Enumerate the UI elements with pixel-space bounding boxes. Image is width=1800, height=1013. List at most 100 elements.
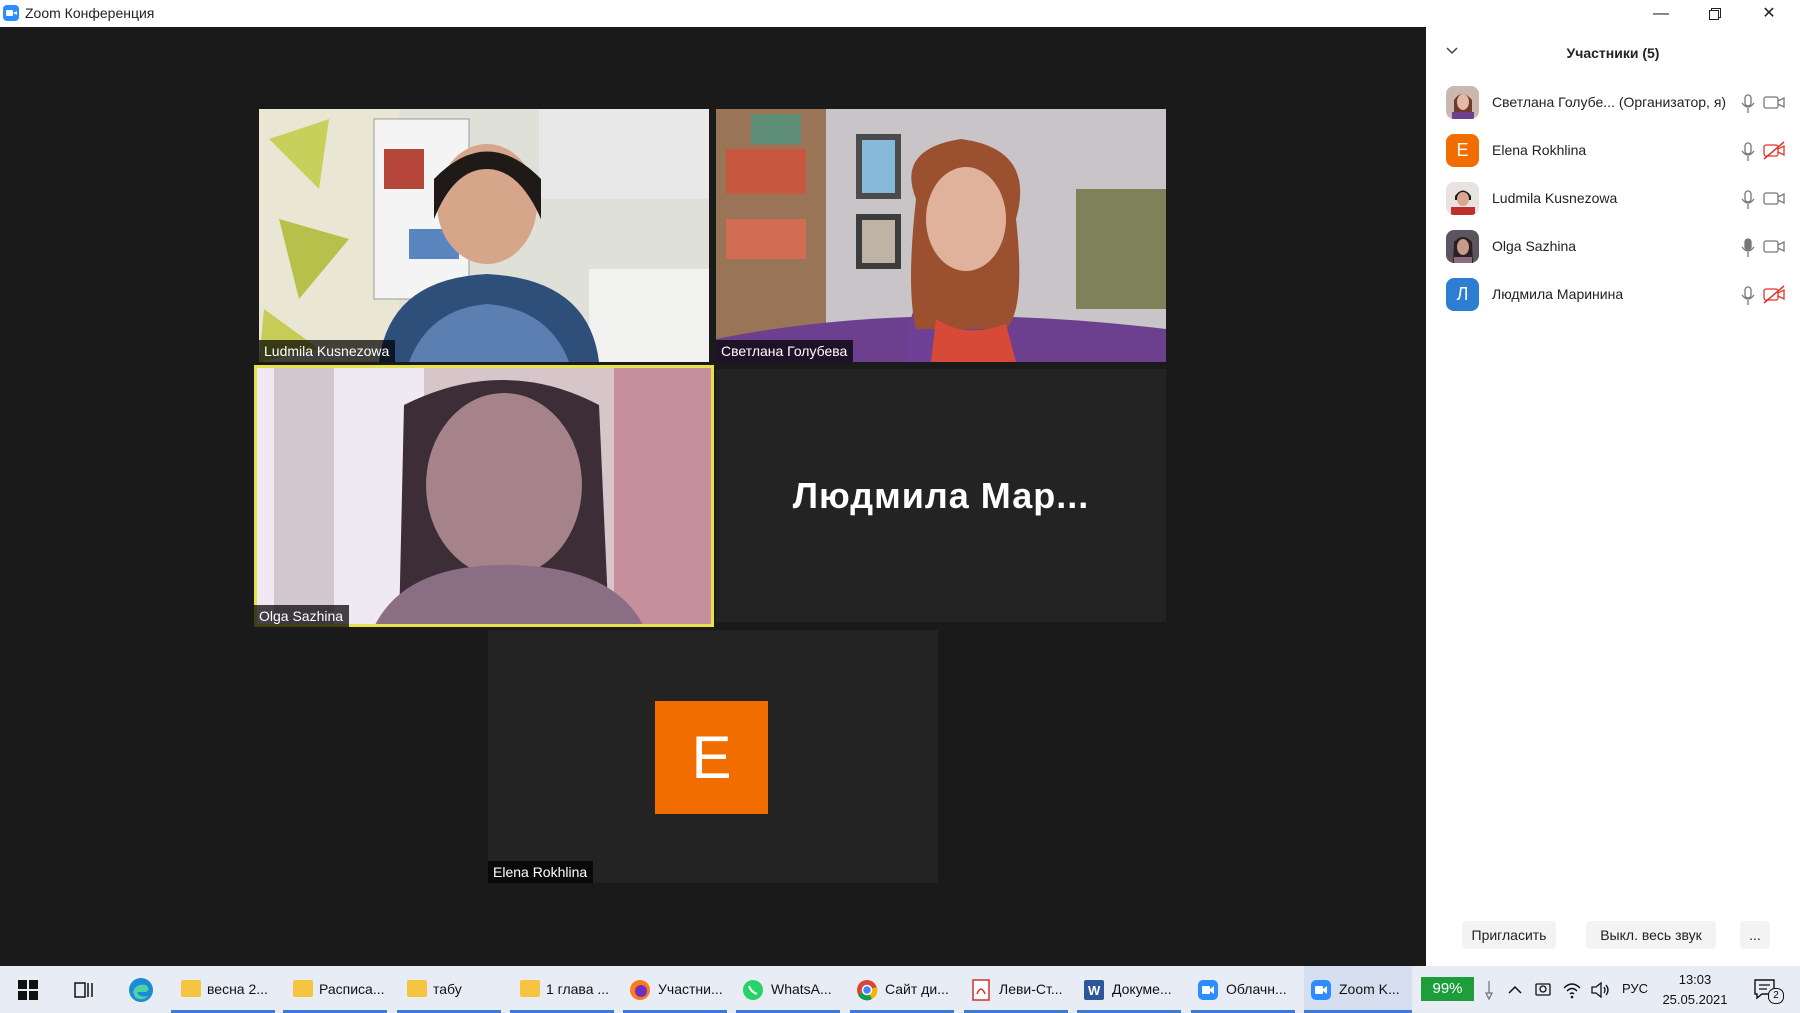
avatar xyxy=(1446,86,1479,119)
participant-name: Elena Rokhlina xyxy=(1492,142,1587,158)
taskbar-item[interactable]: WhatsA... xyxy=(736,966,840,1013)
video-camera-icon[interactable] xyxy=(1762,237,1786,257)
taskbar-label: 1 глава ... xyxy=(546,981,610,997)
notification-count: 2 xyxy=(1768,988,1784,1004)
windows-taskbar: весна 2... Расписа... табу 1 глава ... У… xyxy=(0,966,1800,1013)
avatar-initial: E xyxy=(655,701,768,814)
windows-start-icon[interactable] xyxy=(17,979,39,1001)
microphone-icon[interactable] xyxy=(1738,237,1758,259)
microphone-icon[interactable] xyxy=(1738,285,1758,307)
taskbar-item[interactable]: W Докуме... xyxy=(1077,966,1181,1013)
folder-icon xyxy=(407,980,427,997)
chrome-icon xyxy=(857,980,878,1001)
more-button[interactable]: ... xyxy=(1740,921,1770,949)
restore-icon xyxy=(1709,8,1721,20)
microphone-icon[interactable] xyxy=(1738,93,1758,115)
zoom-icon xyxy=(1311,980,1331,1000)
participant-name-label: Elena Rokhlina xyxy=(488,861,594,883)
taskbar-label: весна 2... xyxy=(207,981,268,997)
task-view-icon[interactable] xyxy=(73,979,95,1001)
taskbar-item[interactable]: весна 2... xyxy=(171,966,275,1013)
participant-row[interactable]: E Elena Rokhlina xyxy=(1426,127,1800,175)
video-tile-no-video[interactable]: E Elena Rokhlina xyxy=(488,630,938,883)
folder-icon xyxy=(181,980,201,997)
wifi-icon[interactable] xyxy=(1562,979,1582,1001)
video-camera-icon[interactable] xyxy=(1762,189,1786,209)
avatar: Л xyxy=(1446,278,1479,311)
pdf-icon xyxy=(972,979,990,1001)
taskbar-item[interactable]: 1 глава ... xyxy=(510,966,614,1013)
video-camera-icon[interactable] xyxy=(1762,93,1786,113)
notifications-button[interactable]: 2 xyxy=(1752,977,1784,1004)
taskbar-item[interactable]: Леви-Ст... xyxy=(964,966,1068,1013)
participant-name-label: Светлана Голубева xyxy=(716,340,854,362)
video-tile[interactable]: Ludmila Kusnezowa xyxy=(259,109,709,362)
taskbar-item[interactable]: Сайт ди... xyxy=(850,966,954,1013)
taskbar-item[interactable]: Расписа... xyxy=(283,966,387,1013)
pen-icon[interactable] xyxy=(1482,979,1496,1001)
participant-row[interactable]: Светлана Голубе... (Организатор, я) xyxy=(1426,79,1800,127)
battery-indicator[interactable]: 99% xyxy=(1421,977,1474,1001)
language-indicator[interactable]: РУС xyxy=(1622,981,1648,996)
participants-header: Участники (5) xyxy=(1426,27,1800,81)
title-bar: Zoom Конференция — ✕ xyxy=(0,0,1800,27)
clock-time: 13:03 xyxy=(1678,972,1712,987)
video-off-icon[interactable] xyxy=(1762,141,1786,161)
meet-now-icon[interactable] xyxy=(1534,979,1552,1001)
participants-panel: Участники (5) Светлана Голубе... (Органи… xyxy=(1426,27,1800,966)
avatar xyxy=(1446,182,1479,215)
taskbar-item[interactable]: табу xyxy=(397,966,501,1013)
taskbar-item-active[interactable]: Zoom K... xyxy=(1304,966,1412,1013)
restore-button[interactable] xyxy=(1688,0,1742,27)
mute-all-button[interactable]: Выкл. весь звук xyxy=(1586,921,1716,949)
svg-text:W: W xyxy=(1088,983,1101,998)
volume-icon[interactable] xyxy=(1590,979,1610,1001)
participant-name: Людмила Маринина xyxy=(1492,286,1624,302)
taskbar-label: Сайт ди... xyxy=(885,981,949,997)
taskbar-label: Расписа... xyxy=(319,981,385,997)
folder-icon xyxy=(293,980,313,997)
participant-row[interactable]: Л Людмила Маринина xyxy=(1426,271,1800,319)
participant-row[interactable]: Olga Sazhina xyxy=(1426,223,1800,271)
folder-icon xyxy=(520,980,540,997)
participant-name: Ludmila Kusnezowa xyxy=(1492,190,1618,206)
window-title: Zoom Конференция xyxy=(25,5,155,21)
participant-name-label: Olga Sazhina xyxy=(254,605,350,627)
clock-date: 25.05.2021 xyxy=(1662,992,1728,1007)
zoom-app-icon xyxy=(3,5,19,21)
avatar: E xyxy=(1446,134,1479,167)
taskbar-label: WhatsA... xyxy=(771,981,832,997)
avatar xyxy=(1446,230,1479,263)
video-tile-active-speaker[interactable]: Olga Sazhina xyxy=(254,365,714,627)
taskbar-label: табу xyxy=(433,981,462,997)
participants-title: Участники (5) xyxy=(1566,45,1660,61)
video-tile-no-video[interactable]: Людмила Мар... xyxy=(716,369,1166,622)
participant-row[interactable]: Ludmila Kusnezowa xyxy=(1426,175,1800,223)
word-icon: W xyxy=(1084,980,1104,1000)
video-feed xyxy=(716,109,1166,362)
firefox-icon xyxy=(630,980,650,1000)
microphone-icon[interactable] xyxy=(1738,141,1758,163)
whatsapp-icon xyxy=(743,980,763,1000)
minimize-button[interactable]: — xyxy=(1634,0,1688,27)
video-tile[interactable]: Светлана Голубева xyxy=(716,109,1166,362)
video-gallery: Ludmila Kusnezowa Светлана Голубева Olga… xyxy=(0,27,1426,966)
participant-name: Светлана Голубе... (Организатор, я) xyxy=(1492,94,1727,110)
close-button[interactable]: ✕ xyxy=(1742,0,1796,27)
microphone-icon[interactable] xyxy=(1738,189,1758,211)
video-off-icon[interactable] xyxy=(1762,285,1786,305)
taskbar-label: Докуме... xyxy=(1112,981,1172,997)
chevron-up-icon[interactable] xyxy=(1506,979,1524,1001)
zoom-icon xyxy=(1198,980,1218,1000)
clock[interactable]: 13:03 25.05.2021 xyxy=(1660,970,1730,1010)
taskbar-item[interactable]: Облачн... xyxy=(1191,966,1295,1013)
invite-button[interactable]: Пригласить xyxy=(1462,921,1556,949)
video-feed xyxy=(259,109,709,362)
taskbar-item[interactable]: Участни... xyxy=(623,966,727,1013)
edge-browser-icon[interactable] xyxy=(128,977,154,1003)
participant-name-label: Ludmila Kusnezowa xyxy=(259,340,396,362)
taskbar-label: Участни... xyxy=(658,981,723,997)
taskbar-label: Облачн... xyxy=(1226,981,1287,997)
participant-name: Olga Sazhina xyxy=(1492,238,1577,254)
video-feed xyxy=(254,365,714,627)
